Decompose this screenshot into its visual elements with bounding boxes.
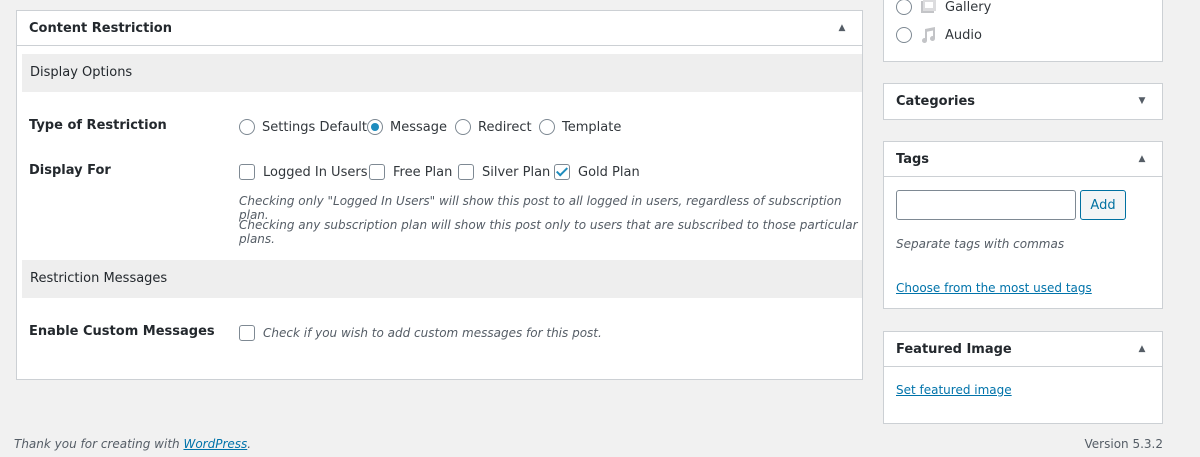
- format-option-gallery[interactable]: Gallery: [896, 0, 991, 16]
- checkbox-gold-plan[interactable]: Gold Plan: [554, 164, 640, 180]
- featured-image-header[interactable]: Featured Image ▲: [884, 332, 1162, 367]
- tags-input[interactable]: [896, 190, 1076, 220]
- collapse-arrow-icon[interactable]: ▲: [1134, 142, 1150, 177]
- featured-image-box: Featured Image ▲ Set featured image: [883, 331, 1163, 424]
- radio-redirect[interactable]: Redirect: [455, 119, 532, 135]
- featured-image-title: Featured Image: [896, 342, 1012, 357]
- checkbox[interactable]: [239, 164, 255, 180]
- content-restriction-header[interactable]: Content Restriction ▲: [17, 11, 862, 46]
- post-format-box: Gallery Audio: [883, 0, 1163, 62]
- tags-box: Tags ▲ Add Separate tags with commas Cho…: [883, 141, 1163, 309]
- categories-box: Categories ▼: [883, 83, 1163, 120]
- display-for-description-2: Checking any subscription plan will show…: [239, 218, 858, 246]
- display-options-heading: Display Options: [22, 54, 862, 92]
- expand-arrow-icon[interactable]: ▼: [1134, 84, 1150, 119]
- checkbox-custom-messages[interactable]: Check if you wish to add custom messages…: [239, 325, 602, 341]
- radio-settings-default[interactable]: Settings Default: [239, 119, 367, 135]
- checkbox-free-plan[interactable]: Free Plan: [369, 164, 452, 180]
- radio-label: Template: [562, 119, 622, 135]
- categories-title: Categories: [896, 94, 976, 109]
- format-label: Audio: [945, 27, 982, 43]
- checkbox[interactable]: [239, 325, 255, 341]
- categories-header[interactable]: Categories ▼: [884, 84, 1162, 119]
- radio-button[interactable]: [239, 119, 255, 135]
- radio-label: Message: [390, 119, 447, 135]
- radio-button[interactable]: [539, 119, 555, 135]
- enable-custom-messages-label: Enable Custom Messages: [29, 324, 215, 339]
- radio-button[interactable]: [896, 0, 912, 15]
- checkbox[interactable]: [554, 164, 570, 180]
- radio-message[interactable]: Message: [367, 119, 447, 135]
- radio-button[interactable]: [455, 119, 471, 135]
- radio-button[interactable]: [896, 27, 912, 43]
- footer-thanks-suffix: .: [247, 437, 252, 451]
- format-option-audio[interactable]: Audio: [896, 26, 982, 44]
- footer-thanks-prefix: Thank you for creating with: [14, 437, 184, 451]
- footer-version: Version 5.3.2: [1084, 437, 1163, 451]
- footer-thanks: Thank you for creating with WordPress.: [14, 437, 251, 451]
- wordpress-link[interactable]: WordPress: [183, 437, 247, 451]
- content-restriction-box: Content Restriction ▲ Display Options Ty…: [16, 10, 863, 380]
- collapse-arrow-icon[interactable]: ▲: [834, 11, 850, 46]
- gallery-icon: [919, 0, 937, 16]
- radio-button[interactable]: [367, 119, 383, 135]
- checkbox-logged-in-users[interactable]: Logged In Users: [239, 164, 367, 180]
- tags-hint: Separate tags with commas: [896, 237, 1065, 251]
- format-label: Gallery: [945, 0, 992, 15]
- set-featured-image-link[interactable]: Set featured image: [896, 383, 1012, 397]
- tags-title: Tags: [896, 152, 930, 167]
- restriction-messages-heading: Restriction Messages: [22, 260, 862, 298]
- checkbox-label: Silver Plan: [482, 164, 551, 180]
- checkbox[interactable]: [458, 164, 474, 180]
- radio-label: Settings Default: [262, 119, 367, 135]
- checkbox-label: Gold Plan: [578, 164, 640, 180]
- checkbox[interactable]: [369, 164, 385, 180]
- collapse-arrow-icon[interactable]: ▲: [1134, 332, 1150, 367]
- checkbox-label: Free Plan: [393, 164, 453, 180]
- most-used-tags-link[interactable]: Choose from the most used tags: [896, 281, 1092, 295]
- type-of-restriction-label: Type of Restriction: [29, 118, 167, 133]
- checkbox-label: Check if you wish to add custom messages…: [263, 326, 602, 340]
- checkbox-silver-plan[interactable]: Silver Plan: [458, 164, 550, 180]
- tags-header[interactable]: Tags ▲: [884, 142, 1162, 177]
- audio-icon: [919, 26, 937, 44]
- radio-label: Redirect: [478, 119, 532, 135]
- display-for-label: Display For: [29, 163, 111, 178]
- content-restriction-title: Content Restriction: [29, 21, 172, 36]
- radio-template[interactable]: Template: [539, 119, 621, 135]
- add-tag-button[interactable]: Add: [1080, 190, 1126, 220]
- checkbox-label: Logged In Users: [263, 164, 368, 180]
